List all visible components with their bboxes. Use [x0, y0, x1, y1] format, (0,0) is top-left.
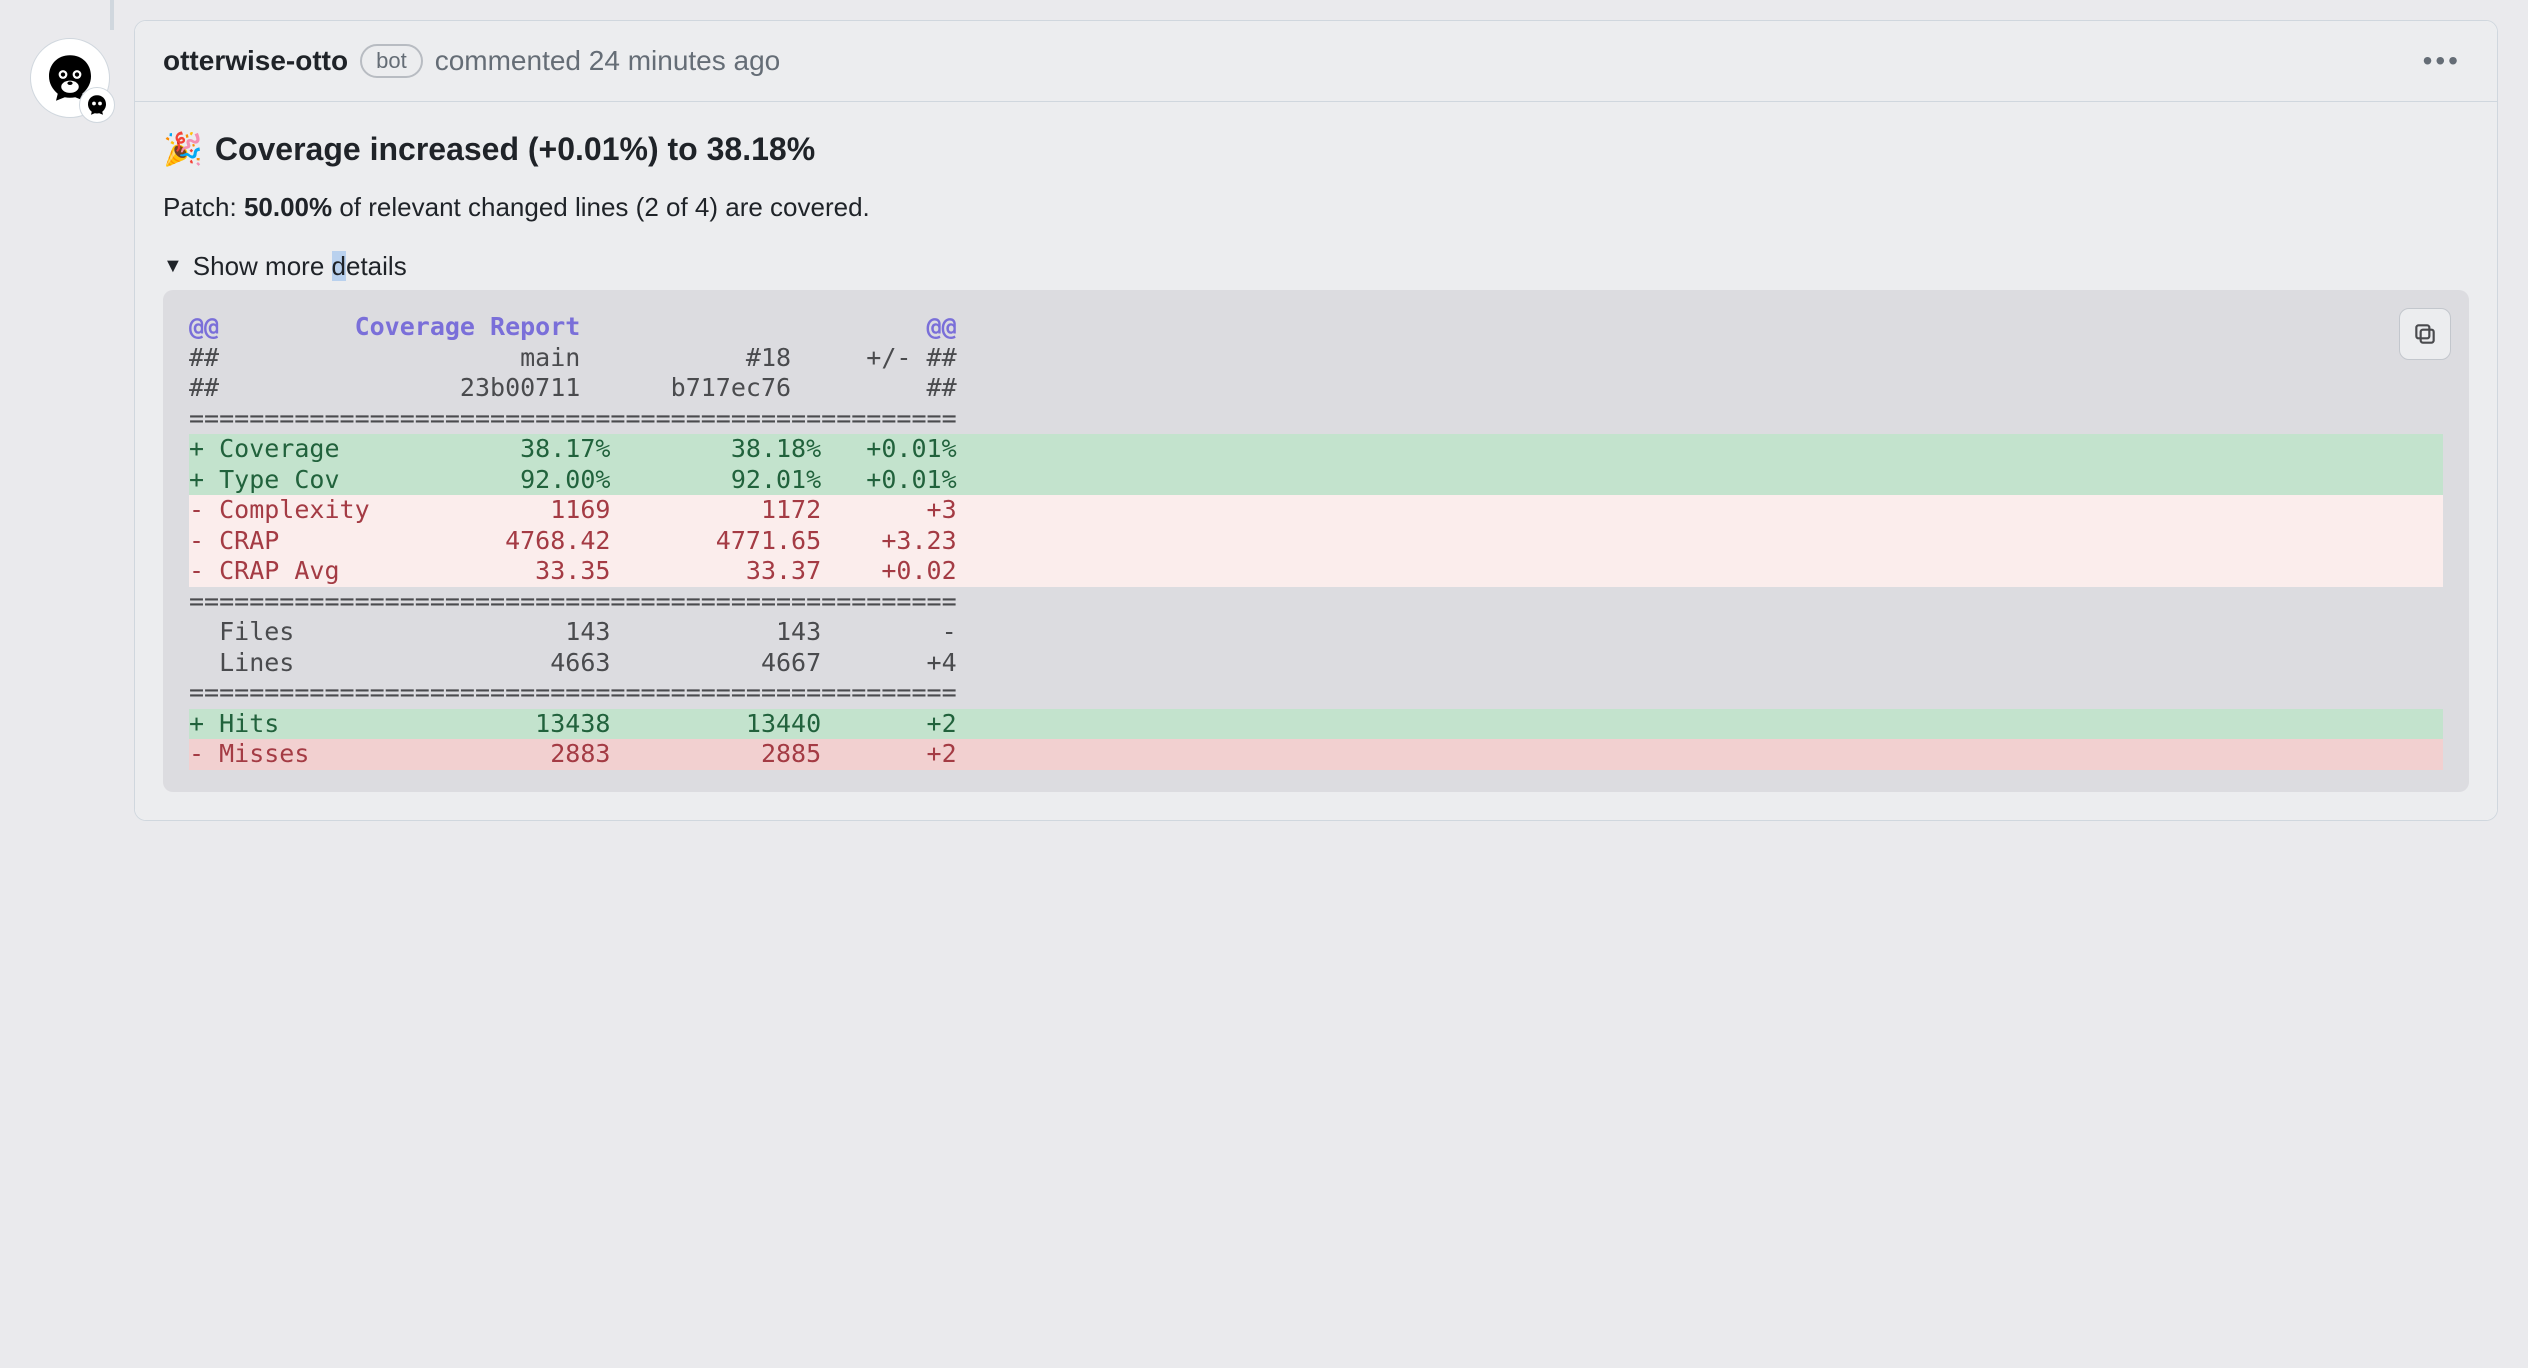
comment-header: otterwise-otto bot commented 24 minutes … [135, 21, 2497, 102]
coverage-title: 🎉 Coverage increased (+0.01%) to 38.18% [163, 130, 2469, 168]
coverage-report-block: @@ Coverage Report @@ ## main #18 +/- ##… [163, 290, 2469, 792]
coverage-report-pre: @@ Coverage Report @@ ## main #18 +/- ##… [189, 312, 2443, 770]
party-popper-icon: 🎉 [163, 130, 203, 168]
otter-mini-icon [85, 93, 109, 117]
copy-icon [2412, 321, 2438, 347]
show-more-toggle[interactable]: ▼ Show more details [163, 251, 2469, 282]
comment-timestamp[interactable]: 24 minutes ago [589, 45, 780, 76]
patch-summary: Patch: 50.00% of relevant changed lines … [163, 192, 2469, 223]
avatar[interactable] [30, 38, 110, 118]
comment-body: 🎉 Coverage increased (+0.01%) to 38.18% … [135, 102, 2497, 820]
avatar-mini [79, 87, 115, 123]
comment-author[interactable]: otterwise-otto [163, 45, 348, 77]
coverage-title-text: Coverage increased (+0.01%) to 38.18% [215, 131, 815, 168]
kebab-menu-icon[interactable]: ••• [2415, 41, 2469, 81]
triangle-down-icon: ▼ [163, 255, 183, 278]
bot-badge: bot [360, 44, 423, 78]
comment-box: otterwise-otto bot commented 24 minutes … [134, 20, 2498, 821]
copy-button[interactable] [2399, 308, 2451, 360]
timeline-connector [110, 0, 114, 30]
show-more-label: Show more details [193, 251, 407, 282]
comment-action: commented 24 minutes ago [435, 45, 781, 77]
